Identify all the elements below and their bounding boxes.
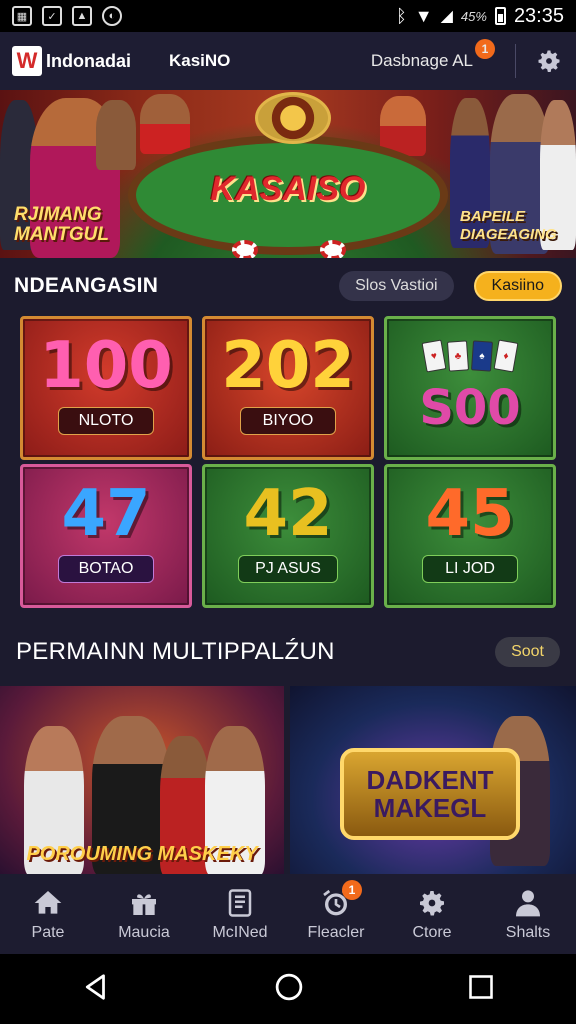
section-title: PERMAINN MULTIPPALŹUN xyxy=(16,638,335,665)
nav-item-fleacler[interactable]: 1 Fleacler xyxy=(288,874,384,954)
gift-icon xyxy=(127,886,161,920)
shazam-notification-icon: ◐ xyxy=(102,6,122,26)
status-bar: ▦ ✓ ▲ ◐ ᛒ ▼ ◢ 45% 23:35 xyxy=(0,0,576,32)
game-label: BIYOO xyxy=(240,407,336,435)
bottom-nav: Pate Maucia McINed 1 Fleacler Ctore Shal… xyxy=(0,874,576,954)
casino-chip xyxy=(320,240,346,258)
battery-icon xyxy=(494,7,506,25)
game-number: 45 xyxy=(425,477,515,551)
nav-item-pate[interactable]: Pate xyxy=(0,874,96,954)
nav-label: Pate xyxy=(31,924,65,941)
gear-icon[interactable] xyxy=(534,46,564,76)
promo-title: POROUMING MASKEKY xyxy=(26,843,258,865)
notification-badge: 1 xyxy=(342,880,362,900)
account-label: Dasbnage AL xyxy=(370,51,473,70)
hero-title: KASAISO xyxy=(210,170,366,208)
promo-emblem: DADKENT MAKEGL xyxy=(340,748,520,840)
battery-percent: 45% xyxy=(460,8,487,24)
casino-chip xyxy=(232,240,258,258)
hero-banner[interactable]: KASAISO RJIMANG MANTGUL BAPEILE DIAGEAGI… xyxy=(0,90,576,258)
multiplayer-section-header: PERMAINN MULTIPPALŹUN Soot xyxy=(0,625,576,679)
section-title: NDEANGASIN xyxy=(14,274,159,297)
nav-label: Ctore xyxy=(412,924,452,941)
game-label: NLOTO xyxy=(58,407,154,435)
bluetooth-icon: ᛒ xyxy=(395,5,407,26)
game-label: LI JOD xyxy=(422,555,518,583)
upload-notification-icon: ▲ xyxy=(72,6,92,26)
cards-icon: ♥ ♣ ♠ ♦ xyxy=(421,339,519,373)
roulette-wheel xyxy=(255,92,331,144)
nav-item-ctore[interactable]: Ctore xyxy=(384,874,480,954)
game-tile[interactable]: 47 BOTAO xyxy=(20,464,192,608)
game-label: BOTAO xyxy=(58,555,154,583)
game-number: 42 xyxy=(243,477,333,551)
system-nav-bar xyxy=(0,954,576,1024)
account-menu[interactable]: Dasbnage AL 1 xyxy=(370,39,495,71)
game-tile[interactable]: ♥ ♣ ♠ ♦ S00 xyxy=(384,316,556,460)
game-tile[interactable]: 45 LI JOD xyxy=(384,464,556,608)
game-number: 100 xyxy=(39,329,173,403)
game-number: 202 xyxy=(221,329,355,403)
gear-icon xyxy=(415,886,449,920)
check-notification-icon: ✓ xyxy=(42,6,62,26)
game-number: S00 xyxy=(419,380,521,436)
clock: 23:35 xyxy=(513,4,564,27)
nav-item-maucia[interactable]: Maucia xyxy=(96,874,192,954)
nav-kasino-link[interactable]: KasiNO xyxy=(169,51,230,71)
promo-card[interactable]: POROUMING MASKEKY xyxy=(0,686,284,874)
game-number: 47 xyxy=(61,477,151,551)
app-header: W Indonadai KasiNO Dasbnage AL 1 xyxy=(0,32,576,90)
brand-name: Indonadai xyxy=(46,50,131,71)
tab-slots[interactable]: Slos Vastioi xyxy=(339,271,454,301)
recents-icon[interactable] xyxy=(467,973,495,1006)
games-section-header: NDEANGASIN Slos Vastioi Kasiino xyxy=(0,258,576,314)
notification-badge: 1 xyxy=(475,39,495,59)
game-tile[interactable]: 42 PJ ASUS xyxy=(202,464,374,608)
nav-item-mcined[interactable]: McINed xyxy=(192,874,288,954)
nav-item-shalts[interactable]: Shalts xyxy=(480,874,576,954)
signal-icon: ◢ xyxy=(440,8,453,25)
game-tile[interactable]: 202 BIYOO xyxy=(202,316,374,460)
grid-notification-icon: ▦ xyxy=(12,6,32,26)
game-label: PJ ASUS xyxy=(238,555,338,583)
hero-right-caption: BAPEILE DIAGEAGING xyxy=(460,208,557,243)
nav-label: Fleacler xyxy=(307,924,365,941)
nav-label: Maucia xyxy=(118,924,170,941)
promo-card[interactable]: DADKENT MAKEGL xyxy=(290,686,576,874)
game-tile[interactable]: 100 NLOTO xyxy=(20,316,192,460)
document-icon xyxy=(223,886,257,920)
nav-label: McINed xyxy=(212,924,268,941)
nav-label: Shalts xyxy=(505,924,551,941)
app-logo[interactable]: W xyxy=(12,46,42,76)
home-icon xyxy=(31,886,65,920)
hero-left-caption: RJIMANG MANTGUL xyxy=(14,204,109,245)
hero-person xyxy=(96,100,136,170)
tab-kasino[interactable]: Kasiino xyxy=(473,271,562,301)
wifi-icon: ▼ xyxy=(414,5,433,26)
sort-button[interactable]: Soot xyxy=(495,637,560,667)
home-circle-icon[interactable] xyxy=(274,972,304,1007)
back-icon[interactable] xyxy=(81,972,111,1007)
hero-person xyxy=(140,94,190,154)
header-divider xyxy=(515,44,516,78)
person-icon xyxy=(511,886,545,920)
